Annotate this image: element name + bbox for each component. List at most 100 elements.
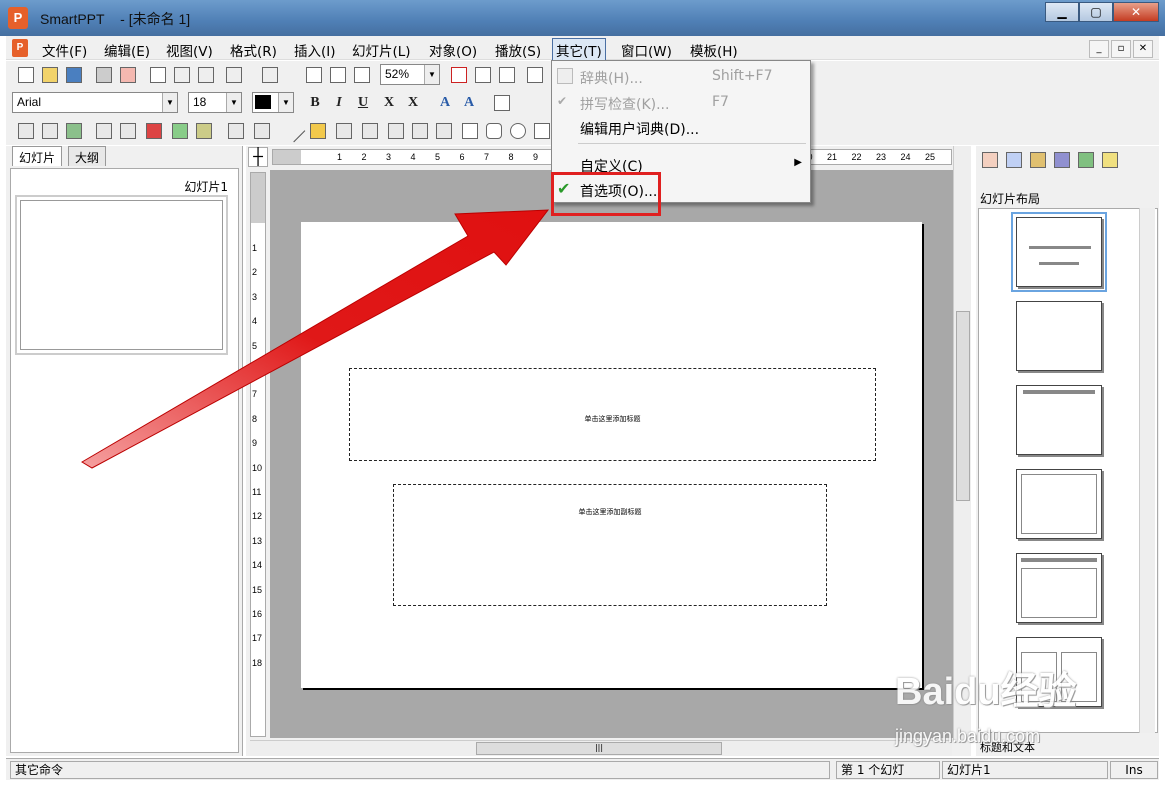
ole-icon[interactable] [96,123,112,139]
slide[interactable]: 单击这里添加标题 单击这里添加副标题 [301,222,922,688]
paste-icon[interactable] [198,67,214,83]
layout-title[interactable] [1011,212,1107,292]
menu-item-dictionary[interactable]: 辞典(H)... Shift+F7 [552,64,810,88]
strike-button[interactable]: X [380,94,398,112]
print-icon[interactable] [96,67,112,83]
ruler-corner-icon[interactable]: ┼ [248,147,268,167]
close-button[interactable]: ✕ [1113,2,1159,22]
menu-object[interactable]: 对象(O) [429,40,477,60]
animation-pane-icon[interactable] [1054,152,1070,168]
textbox-icon[interactable] [146,123,162,139]
open-icon[interactable] [42,67,58,83]
title-placeholder[interactable]: 单击这里添加标题 [349,368,876,461]
ruler-tick-label: 6 [252,365,258,375]
connector-icon[interactable] [388,123,404,139]
menu-edit[interactable]: 编辑(E) [104,40,150,60]
zoom-icon[interactable] [330,67,346,83]
subtitle-placeholder[interactable]: 单击这里添加副标题 [393,484,827,606]
elbow-connector-icon[interactable] [412,123,428,139]
group-icon[interactable] [228,123,244,139]
tab-outline[interactable]: 大纲 [68,146,107,166]
grow-font-button[interactable]: A [436,94,454,112]
ruler-tick-label: 18 [252,657,263,668]
align-left-icon[interactable] [494,95,510,111]
shapes-icon[interactable] [534,123,550,139]
redo-icon[interactable] [262,67,278,83]
ruler-tick-label: 10 [252,462,263,473]
pane-scrollbar[interactable] [1139,208,1155,733]
shadow-button[interactable]: X [404,94,422,112]
arrow-icon[interactable] [362,123,378,139]
zoom-select[interactable]: 52% ▼ [380,64,440,85]
slide-thumbnail[interactable] [15,195,228,355]
layout-content[interactable] [1016,469,1102,539]
search-icon[interactable] [354,67,370,83]
ruler-tick-label: 2 [361,152,367,162]
layout-icon[interactable] [18,123,34,139]
copy-icon[interactable] [174,67,190,83]
minimize-button[interactable]: ▁ [1045,2,1079,22]
pen-icon[interactable] [310,123,326,139]
ruler-tick-label: 9 [252,438,258,449]
tab-slides[interactable]: 幻灯片 [12,146,63,166]
maximize-button[interactable]: ▢ [1079,2,1113,22]
new-icon[interactable] [18,67,34,83]
menu-slide[interactable]: 幻灯片(L) [352,40,411,60]
curve-icon[interactable] [336,123,352,139]
doc-icon[interactable]: P [12,39,28,57]
actual-size-icon[interactable] [306,67,322,83]
image-icon[interactable] [66,123,82,139]
rounded-rect-icon[interactable] [486,123,502,139]
design-pane-icon[interactable] [1006,152,1022,168]
color-pane-icon[interactable] [1030,152,1046,168]
font-select[interactable]: Arial ▼ [12,92,178,113]
italic-button[interactable]: I [330,94,348,112]
transition-pane-icon[interactable] [1078,152,1094,168]
object-icon[interactable] [120,123,136,139]
layout-title-content[interactable] [1016,553,1102,623]
menu-window[interactable]: 窗口(W) [621,40,672,60]
brush-icon[interactable] [527,67,543,83]
cut-icon[interactable] [150,67,166,83]
notes-icon[interactable] [475,67,491,83]
size-select[interactable]: 18 ▼ [188,92,242,113]
bold-button[interactable]: B [306,94,324,112]
layout-blank[interactable] [1016,301,1102,371]
layout-title-only[interactable] [1016,385,1102,455]
mdi-minimize-button[interactable]: _ [1089,40,1109,58]
vertical-scrollbar[interactable] [953,146,971,741]
mdi-restore-button[interactable]: ▫ [1111,40,1131,58]
ruler-tick-label: 3 [386,152,392,162]
menu-template[interactable]: 模板(H) [690,40,738,60]
mdi-close-button[interactable]: ✕ [1133,40,1153,58]
shrink-font-button[interactable]: A [460,94,478,112]
table-icon[interactable] [42,123,58,139]
ruler-tick-label: 15 [252,584,263,595]
gallery-pane-icon[interactable] [1102,152,1118,168]
chart-icon[interactable] [172,123,188,139]
layout-pane-icon[interactable] [982,152,998,168]
menu-view[interactable]: 视图(V) [166,40,213,60]
pdf-icon[interactable] [120,67,136,83]
menu-insert[interactable]: 插入(I) [294,40,336,60]
media-icon[interactable] [196,123,212,139]
menu-format[interactable]: 格式(R) [230,40,277,60]
align-center-icon[interactable] [518,95,534,111]
menu-file[interactable]: 文件(F) [42,40,87,60]
curved-connector-icon[interactable] [436,123,452,139]
horizontal-scrollbar[interactable]: ||| [250,740,952,756]
underline-button[interactable]: U [354,94,372,112]
menu-item-edit-dictionary[interactable]: 编辑用户词典(D)... [552,115,810,139]
menu-play[interactable]: 播放(S) [495,40,541,60]
rectangle-icon[interactable] [462,123,478,139]
text-icon[interactable] [451,67,467,83]
line-icon[interactable] [282,119,306,143]
undo-icon[interactable] [226,67,242,83]
save-icon[interactable] [66,67,82,83]
menu-other[interactable]: 其它(T) [552,38,606,62]
ungroup-icon[interactable] [254,123,270,139]
menu-item-spellcheck[interactable]: ✔ 拼写检查(K)... F7 [552,90,810,114]
list-icon[interactable] [499,67,515,83]
color-select[interactable]: ▼ [252,92,294,113]
ellipse-icon[interactable] [510,123,526,139]
